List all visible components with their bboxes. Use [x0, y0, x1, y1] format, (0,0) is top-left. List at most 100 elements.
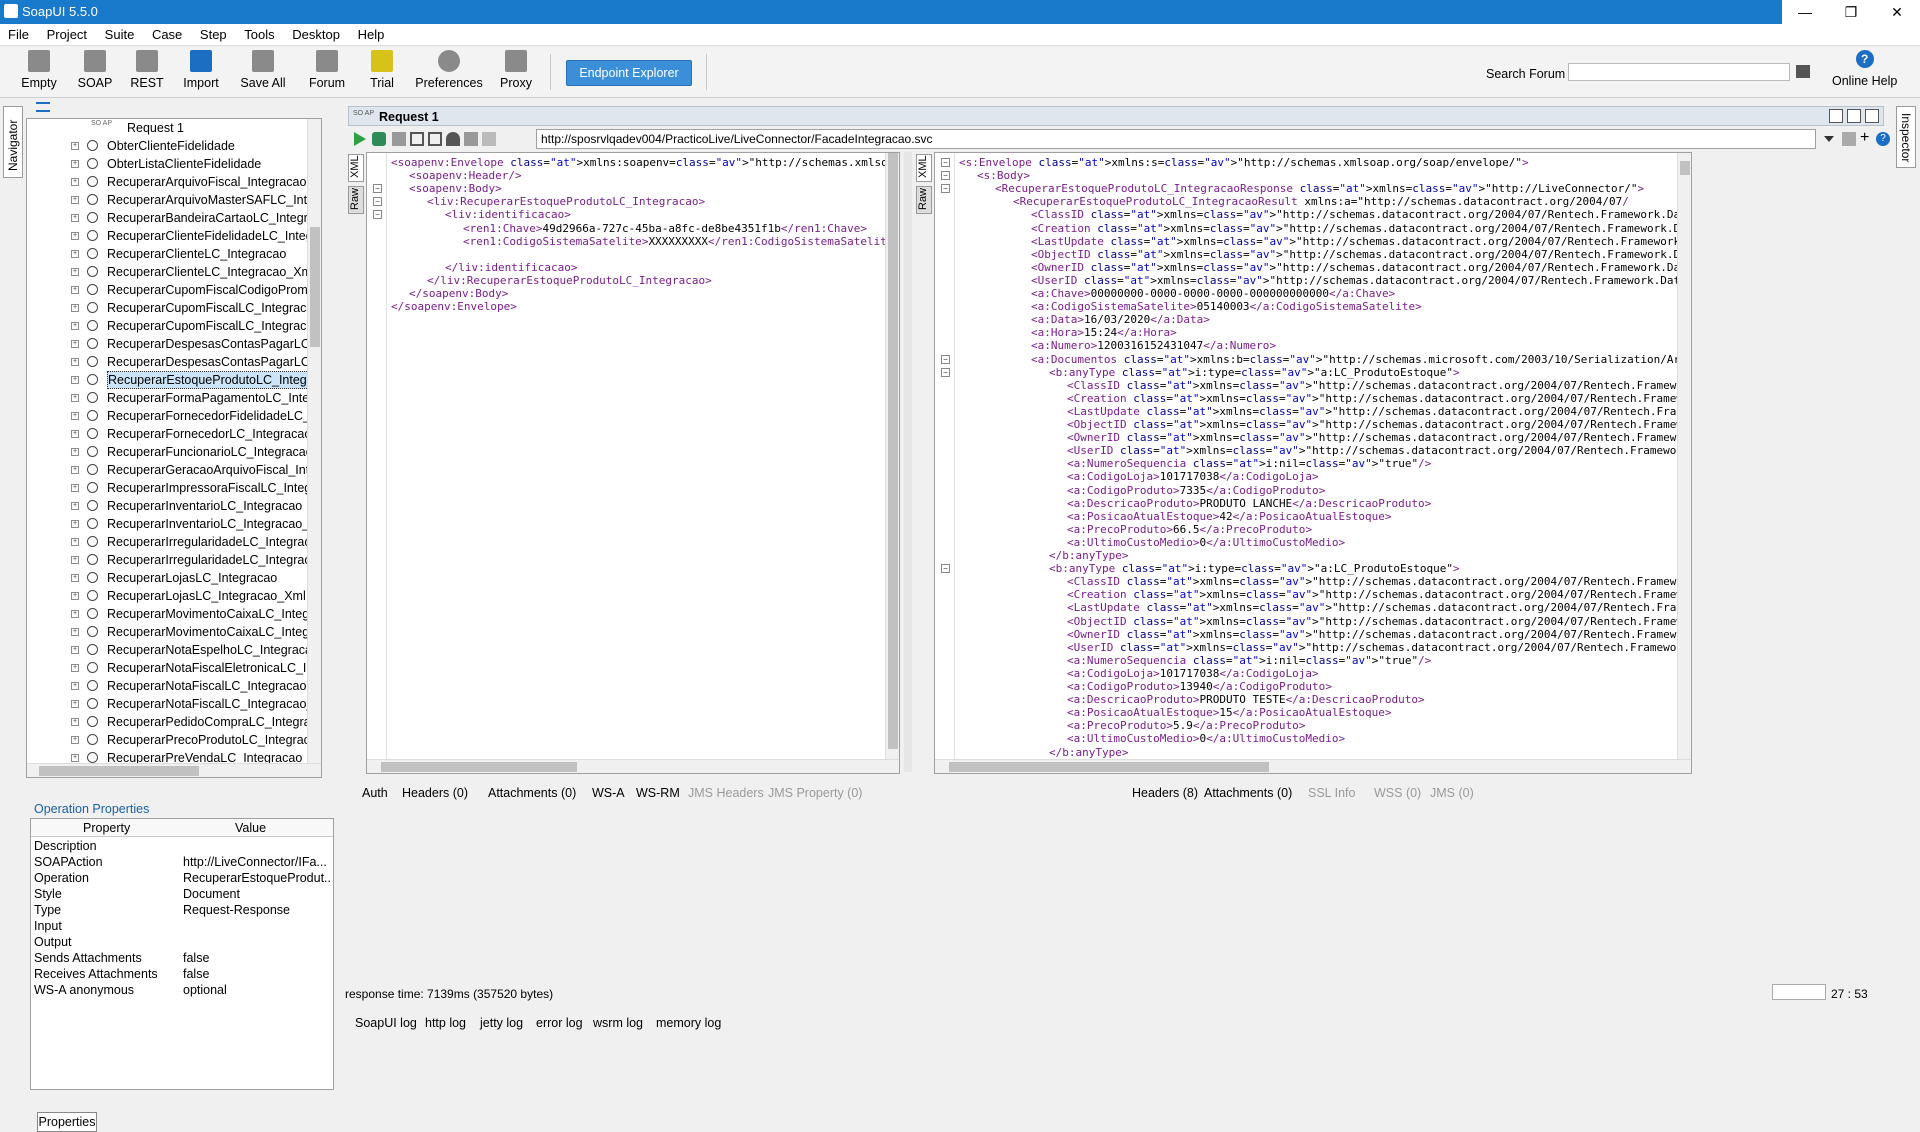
trial-button[interactable]: Trial — [364, 48, 400, 90]
expand-icon[interactable]: + — [71, 268, 79, 276]
fold-toggle-icon[interactable]: − — [373, 197, 382, 207]
menu-tools[interactable]: Tools — [236, 24, 280, 42]
tree-item[interactable]: + RecuperarIrregularidadeLC_Integracao — [27, 533, 321, 551]
table-row[interactable]: Sends Attachments false — [31, 950, 333, 966]
expand-icon[interactable]: + — [71, 322, 79, 330]
save-all-button[interactable]: Save All — [240, 48, 286, 90]
tree-item[interactable]: + RecuperarImpressoraFiscalLC_Integracao — [27, 479, 321, 497]
expand-icon[interactable]: + — [71, 466, 79, 474]
tab-request-headers[interactable]: Headers (0) — [402, 786, 468, 800]
import-button[interactable]: Import — [180, 48, 222, 90]
tab-error-log[interactable]: error log — [536, 1016, 583, 1030]
tree-item[interactable]: + RecuperarGeracaoArquivoFiscal_Integra — [27, 461, 321, 479]
expand-icon[interactable]: + — [71, 718, 79, 726]
tab-http-log[interactable]: http log — [425, 1016, 466, 1030]
expand-icon[interactable]: + — [71, 448, 79, 456]
help-icon[interactable]: ? — [1876, 132, 1890, 146]
cancel-icon[interactable] — [482, 132, 496, 146]
minimize-button[interactable]: — — [1782, 0, 1828, 24]
tab-soapui-log[interactable]: SoapUI log — [355, 1016, 417, 1030]
property-value[interactable]: Document — [183, 886, 331, 902]
list-icon[interactable] — [36, 102, 50, 112]
property-column-header[interactable]: Property — [83, 821, 130, 835]
response-xml-tab[interactable]: XML — [916, 154, 932, 182]
response-vertical-scrollbar[interactable] — [1677, 153, 1691, 761]
property-value[interactable]: false — [183, 966, 331, 982]
tree-item[interactable]: + RecuperarArquivoMasterSAFLC_Integrac — [27, 191, 321, 209]
table-row[interactable]: Description — [31, 838, 333, 854]
expand-icon[interactable]: + — [71, 592, 79, 600]
expand-icon[interactable]: + — [71, 160, 79, 168]
splitter[interactable] — [904, 152, 912, 772]
maximize-panel-icon[interactable] — [1847, 109, 1861, 123]
table-row[interactable]: Operation RecuperarEstoqueProdut... — [31, 870, 333, 886]
tree-horizontal-scrollbar[interactable] — [27, 763, 321, 777]
tab-auth[interactable]: Auth — [362, 786, 388, 800]
tree-item[interactable]: + RecuperarMovimentoCaixaLC_Integraca — [27, 623, 321, 641]
fold-toggle-icon[interactable]: − — [941, 354, 950, 364]
request-vertical-scrollbar[interactable] — [885, 153, 899, 761]
expand-icon[interactable]: + — [71, 214, 79, 222]
preferences-button[interactable]: Preferences — [414, 48, 484, 90]
expand-icon[interactable]: + — [71, 178, 79, 186]
scrollbar-thumb[interactable] — [39, 766, 199, 776]
endpoint-url-field[interactable]: http://sposrvlqadev004/PracticoLive/Live… — [536, 129, 1816, 149]
expand-icon[interactable]: + — [71, 394, 79, 402]
expand-icon[interactable]: + — [71, 376, 79, 384]
table-row[interactable]: Input — [31, 918, 333, 934]
tab-jms-property[interactable]: JMS Property (0) — [768, 786, 862, 800]
menu-case[interactable]: Case — [144, 24, 188, 42]
online-help-button[interactable]: ? Online Help — [1832, 48, 1897, 88]
endpoint-explorer-button[interactable]: Endpoint Explorer — [566, 60, 692, 86]
tree-item[interactable]: + RecuperarLojasLC_Integracao — [27, 569, 321, 587]
menu-project[interactable]: Project — [39, 24, 93, 42]
fold-toggle-icon[interactable]: − — [373, 184, 382, 194]
expand-icon[interactable]: + — [71, 736, 79, 744]
menu-step[interactable]: Step — [192, 24, 233, 42]
expand-icon[interactable]: + — [71, 664, 79, 672]
close-panel-icon[interactable] — [1865, 109, 1879, 123]
request-horizontal-scrollbar[interactable] — [367, 759, 899, 773]
expand-icon[interactable]: + — [71, 232, 79, 240]
fold-toggle-icon[interactable]: − — [941, 564, 950, 574]
soap-project-button[interactable]: SOAP — [74, 48, 116, 90]
tree-item[interactable]: + RecuperarPrecoProdutoLC_Integracao — [27, 731, 321, 749]
scrollbar-thumb[interactable] — [949, 762, 1269, 772]
response-raw-tab[interactable]: Raw — [916, 186, 932, 214]
tree-request-item[interactable]: SO AP Request 1 — [27, 119, 321, 137]
validate-icon[interactable] — [372, 132, 386, 146]
rest-project-button[interactable]: REST — [126, 48, 168, 90]
property-value[interactable]: RecuperarEstoqueProdut... — [183, 870, 331, 886]
add-icon[interactable]: + — [1860, 130, 1874, 146]
expand-icon[interactable]: + — [71, 304, 79, 312]
expand-icon[interactable]: + — [71, 646, 79, 654]
tab-memory-log[interactable]: memory log — [656, 1016, 721, 1030]
close-button[interactable]: ✕ — [1874, 0, 1920, 24]
table-row[interactable]: Style Document — [31, 886, 333, 902]
tab-response-headers[interactable]: Headers (8) — [1132, 786, 1198, 800]
tree-item[interactable]: + RecuperarPedidoCompraLC_Integracao — [27, 713, 321, 731]
empty-project-button[interactable]: Empty — [18, 48, 60, 90]
tree-item[interactable]: + RecuperarNotaFiscalEletronicaLC_Integr — [27, 659, 321, 677]
tree-item[interactable]: + RecuperarArquivoFiscal_Integracao — [27, 173, 321, 191]
request-xml-tab[interactable]: XML — [348, 154, 364, 182]
request-raw-tab[interactable]: Raw — [348, 186, 364, 214]
inspector-tab[interactable]: Inspector — [1896, 106, 1916, 168]
tree-item[interactable]: + RecuperarDespesasContasPagarLC_Integ — [27, 353, 321, 371]
search-button-icon[interactable] — [1796, 65, 1810, 78]
tree-item[interactable]: + RecuperarInventarioLC_Integracao_Xml — [27, 515, 321, 533]
fold-toggle-icon[interactable]: − — [941, 171, 950, 181]
tree-item[interactable]: + RecuperarMovimentoCaixaLC_Integraca — [27, 605, 321, 623]
tree-item[interactable]: + RecuperarDespesasContasPagarLC_Integ — [27, 335, 321, 353]
expand-icon[interactable]: + — [71, 682, 79, 690]
menu-desktop[interactable]: Desktop — [284, 24, 346, 42]
table-row[interactable]: SOAPAction http://LiveConnector/IFa... — [31, 854, 333, 870]
expand-icon[interactable]: + — [71, 196, 79, 204]
property-value[interactable]: optional — [183, 982, 331, 998]
table-row[interactable]: Type Request-Response — [31, 902, 333, 918]
expand-icon[interactable]: + — [71, 286, 79, 294]
settings-icon[interactable] — [1842, 132, 1856, 146]
expand-icon[interactable]: + — [71, 520, 79, 528]
detach-icon[interactable] — [1829, 109, 1843, 123]
format-icon[interactable] — [410, 132, 424, 146]
